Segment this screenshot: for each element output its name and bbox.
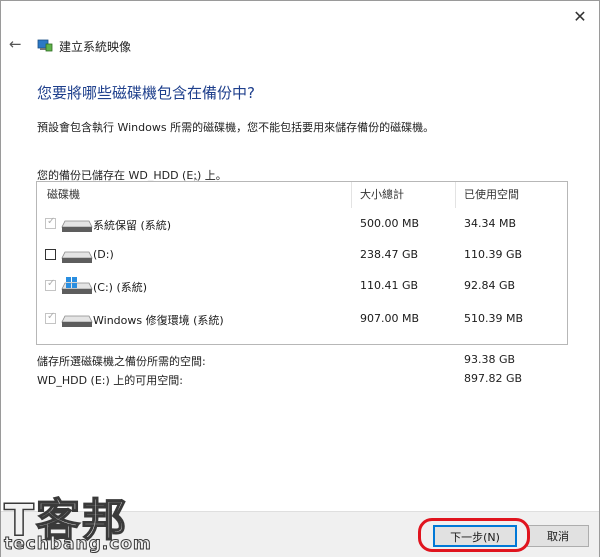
- drive-checkbox: ✓: [45, 311, 56, 324]
- drive-icon: [61, 315, 93, 327]
- drive-name: (D:): [93, 248, 114, 261]
- required-space-label: 儲存所選磁碟機之備份所需的空間:: [37, 355, 206, 368]
- drive-name: 系統保留 (系統): [93, 219, 172, 232]
- cancel-button[interactable]: 取消: [527, 525, 589, 547]
- drive-checkbox: ✓: [45, 278, 56, 291]
- drive-icon: [61, 220, 93, 232]
- drive-list: ⌃ 磁碟機 大小總計 已使用空間 ✓ 系統保留 (系統) 500.00 MB 3…: [36, 178, 568, 345]
- dialog-window: ✕ ← 建立系統映像 您要將哪些磁碟機包含在備份中? 預設會包含執行 Windo…: [0, 0, 600, 557]
- column-header-total-size[interactable]: 大小總計: [352, 182, 456, 208]
- drive-name: Windows 修復環境 (系統): [93, 314, 224, 327]
- drive-total-size: 238.47 GB: [360, 248, 419, 261]
- next-button-highlight: [418, 518, 530, 552]
- column-header-used-space[interactable]: 已使用空間: [456, 182, 567, 208]
- title-bar: ← 建立系統映像: [1, 31, 599, 61]
- drive-checkbox: ✓: [45, 216, 56, 229]
- windows-drive-icon: [61, 277, 93, 294]
- check-icon: ✓: [47, 278, 56, 289]
- drive-name: (C:) (系統): [93, 281, 148, 294]
- watermark-url: techbang.com: [4, 534, 152, 555]
- window-title: 建立系統映像: [59, 40, 132, 54]
- backup-app-icon: [37, 39, 53, 52]
- free-space-value: 897.82 GB: [464, 372, 523, 385]
- description-text: 預設會包含執行 Windows 所需的磁碟機，您不能包括要用來儲存備份的磁碟機。: [37, 121, 435, 134]
- site-watermark: T客邦 techbang.com: [3, 484, 164, 556]
- free-space-label: WD_HDD (E:) 上的可用空間:: [37, 374, 183, 387]
- back-arrow-icon[interactable]: ←: [9, 35, 22, 53]
- drive-total-size: 500.00 MB: [360, 217, 420, 230]
- required-space-value: 93.38 GB: [464, 353, 516, 366]
- drive-used-space: 110.39 GB: [464, 248, 523, 261]
- drive-used-space: 510.39 MB: [464, 312, 524, 325]
- drive-used-space: 92.84 GB: [464, 279, 516, 292]
- check-icon: ✓: [47, 216, 56, 227]
- drive-row[interactable]: ✓ Windows 修復環境 (系統) 907.00 MB 510.39 MB: [37, 304, 567, 334]
- drive-row[interactable]: ✓ 系統保留 (系統) 500.00 MB 34.34 MB: [37, 209, 567, 239]
- drive-checkbox[interactable]: [45, 249, 56, 260]
- drive-icon: [61, 251, 93, 263]
- drive-total-size: 110.41 GB: [360, 279, 419, 292]
- drive-row[interactable]: (D:) 238.47 GB 110.39 GB: [37, 240, 567, 270]
- column-header-drive[interactable]: 磁碟機: [37, 182, 352, 208]
- drive-used-space: 34.34 MB: [464, 217, 517, 230]
- close-button[interactable]: ✕: [569, 7, 591, 27]
- drive-row[interactable]: ✓ (C:) (系統) 110.41 GB 92.84 GB: [37, 271, 567, 301]
- drive-total-size: 907.00 MB: [360, 312, 420, 325]
- page-heading: 您要將哪些磁碟機包含在備份中?: [37, 84, 255, 102]
- check-icon: ✓: [47, 311, 56, 322]
